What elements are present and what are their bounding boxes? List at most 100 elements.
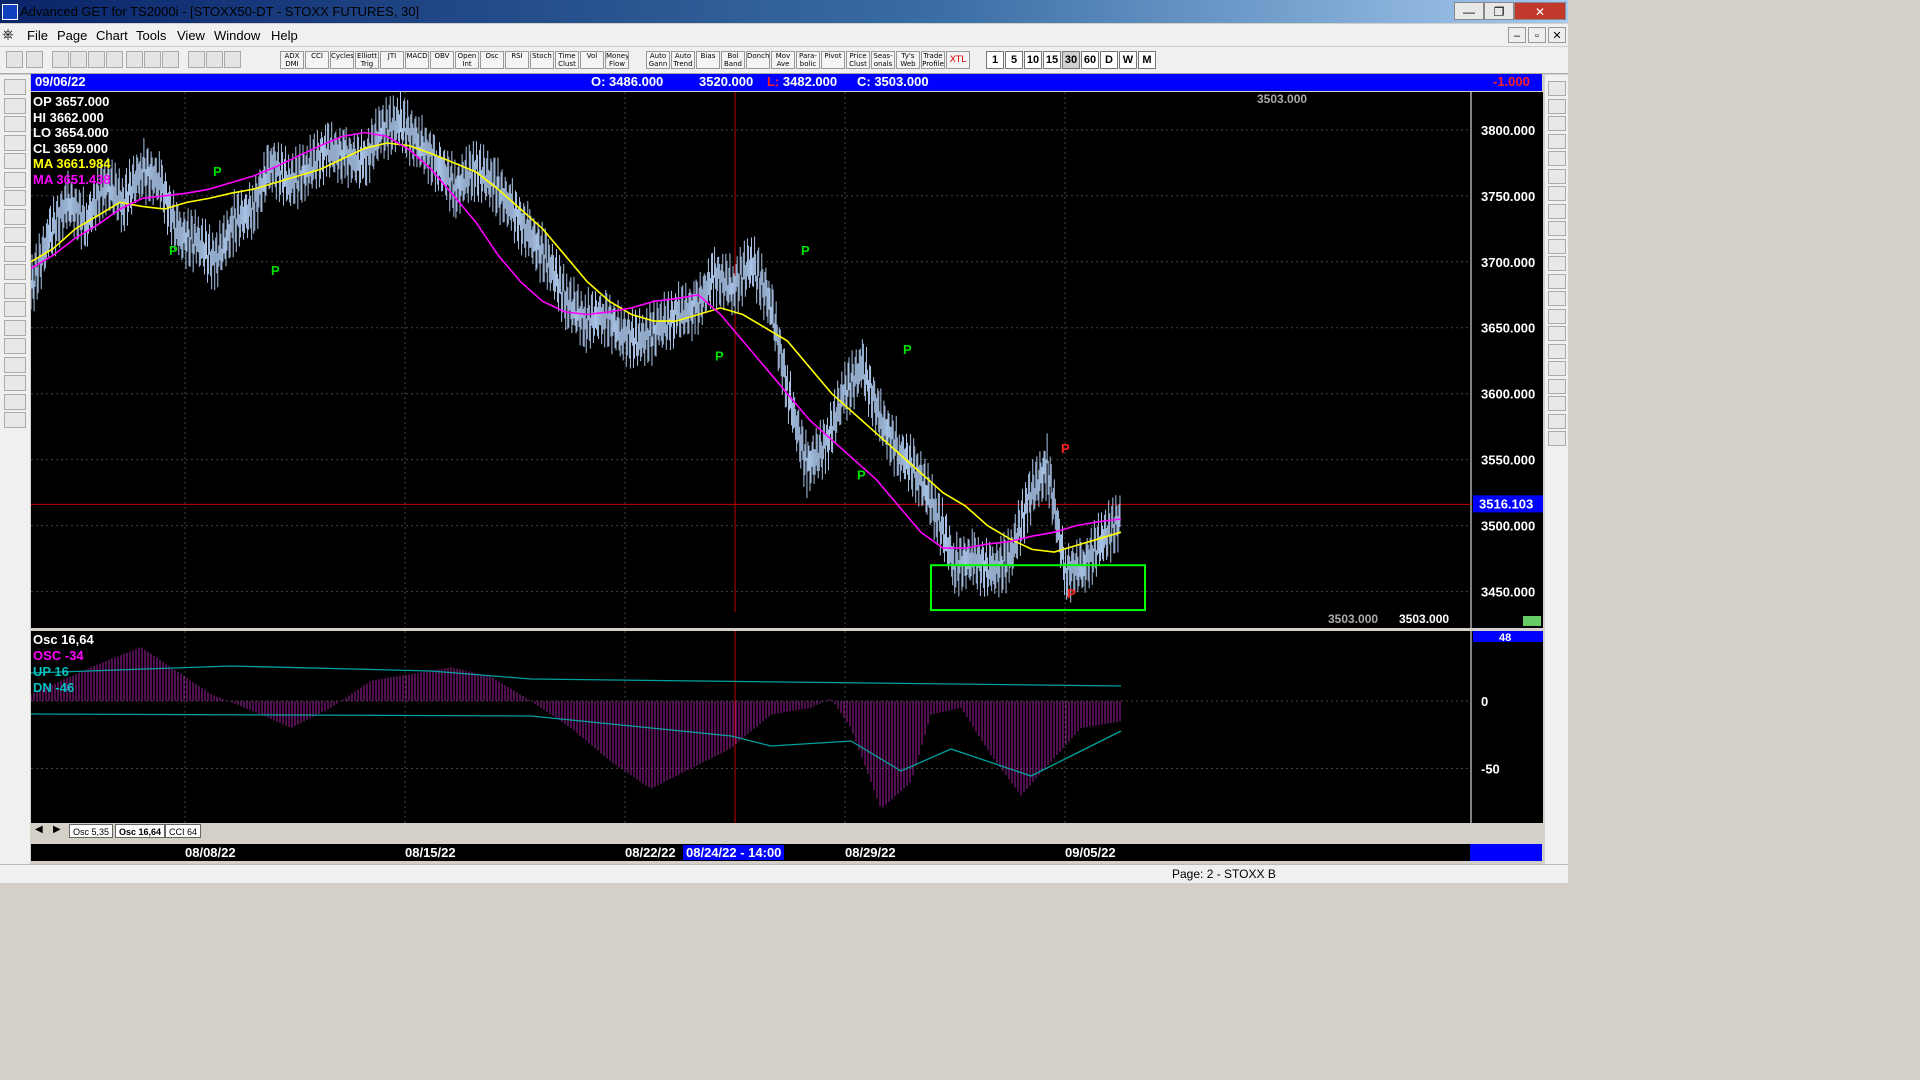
study-tool-3[interactable] xyxy=(1548,133,1566,149)
study-tool-18[interactable] xyxy=(1548,396,1566,411)
mdi-restore-button[interactable]: ▫ xyxy=(1528,27,1546,43)
study-button-9[interactable]: Seas-onals xyxy=(871,51,895,69)
study-tool-12[interactable] xyxy=(1548,291,1566,306)
timeframe-button-W[interactable]: W xyxy=(1119,51,1137,69)
drawing-tool-0[interactable] xyxy=(4,79,26,95)
indicator-button-13[interactable]: Money Flow xyxy=(605,51,629,69)
drawing-tool-6[interactable] xyxy=(4,190,26,206)
study-button-8[interactable]: Price Clust xyxy=(846,51,870,69)
quote-icon[interactable] xyxy=(26,51,43,68)
study-tool-17[interactable] xyxy=(1548,378,1566,394)
indicator-button-7[interactable]: Open Int xyxy=(455,51,479,69)
maximize-button[interactable]: ❐ xyxy=(1484,2,1514,20)
close-button[interactable]: ✕ xyxy=(1514,2,1566,20)
indicator-button-3[interactable]: Elliott Trig xyxy=(355,51,379,69)
study-tool-19[interactable] xyxy=(1548,413,1566,429)
drawing-tool-17[interactable] xyxy=(4,393,26,410)
drawing-tool-14[interactable] xyxy=(4,338,26,354)
drawing-tool-11[interactable] xyxy=(4,282,26,299)
drawing-tool-7[interactable] xyxy=(4,208,26,225)
oscillator-panel[interactable]: 0 -50 48 Osc 16,64 OSC -34 UP 16 DN -46 xyxy=(31,631,1543,823)
study-tool-1[interactable] xyxy=(1548,98,1566,114)
study-tool-4[interactable] xyxy=(1548,151,1566,166)
indicator-button-2[interactable]: Cycles xyxy=(330,51,354,69)
timeframe-button-M[interactable]: M xyxy=(1138,51,1156,69)
study-button-7[interactable]: Pivot xyxy=(821,51,845,69)
study-button-2[interactable]: Bias xyxy=(696,51,720,69)
study-button-4[interactable]: Donch xyxy=(746,51,770,69)
drawing-tool-1[interactable] xyxy=(4,97,26,114)
menu-help[interactable]: Help xyxy=(271,28,298,43)
tab-osc-5-35[interactable]: Osc 5,35 xyxy=(69,824,114,838)
timeframe-button-D[interactable]: D xyxy=(1100,51,1118,69)
menu-chart[interactable]: Chart xyxy=(96,28,128,43)
timeframe-button-1[interactable]: 1 xyxy=(986,51,1004,69)
indicator-button-5[interactable]: MACD xyxy=(405,51,429,69)
copy-icon[interactable] xyxy=(70,51,87,68)
drawing-tool-4[interactable] xyxy=(4,153,26,169)
drawing-tool-2[interactable] xyxy=(4,116,26,132)
indicator-button-1[interactable]: CCI xyxy=(305,51,329,69)
drawing-tool-8[interactable] xyxy=(4,227,26,243)
layout-icon[interactable] xyxy=(162,51,179,68)
study-button-1[interactable]: Auto Trend xyxy=(671,51,695,69)
study-tool-10[interactable] xyxy=(1548,256,1566,271)
study-tool-7[interactable] xyxy=(1548,203,1566,219)
study-tool-15[interactable] xyxy=(1548,343,1566,359)
timeframe-button-10[interactable]: 10 xyxy=(1024,51,1042,69)
study-tool-14[interactable] xyxy=(1548,326,1566,341)
minimize-button[interactable]: — xyxy=(1454,2,1484,20)
timeframe-button-60[interactable]: 60 xyxy=(1081,51,1099,69)
oscillator-chart[interactable]: 0 -50 48 xyxy=(31,631,1543,823)
drawing-tool-13[interactable] xyxy=(4,319,26,336)
study-tool-11[interactable] xyxy=(1548,273,1566,289)
study-button-5[interactable]: Mov Ave xyxy=(771,51,795,69)
tab-cci-64[interactable]: CCI 64 xyxy=(165,824,202,838)
menu-file[interactable]: File xyxy=(27,28,48,43)
indicator-button-8[interactable]: Osc xyxy=(480,51,504,69)
indicator-button-0[interactable]: ADX DMI xyxy=(280,51,304,69)
indicator-button-12[interactable]: Vol xyxy=(580,51,604,69)
menu-page[interactable]: Page xyxy=(57,28,87,43)
study-tool-6[interactable] xyxy=(1548,186,1566,201)
drawing-tool-15[interactable] xyxy=(4,356,26,373)
menu-window[interactable]: Window xyxy=(214,28,260,43)
study-tool-0[interactable] xyxy=(1548,81,1566,96)
indicator-button-9[interactable]: RSI xyxy=(505,51,529,69)
chart-icon[interactable] xyxy=(126,51,143,68)
drawing-tool-10[interactable] xyxy=(4,264,26,280)
tab-osc-16-64[interactable]: Osc 16,64 xyxy=(115,824,166,838)
price-chart-panel[interactable]: 3800.000 3750.000 3700.000 3650.000 3600.000… xyxy=(31,92,1543,628)
drawing-tool-18[interactable] xyxy=(4,412,26,428)
study-tool-5[interactable] xyxy=(1548,168,1566,184)
help-icon[interactable] xyxy=(206,51,223,68)
timeframe-button-15[interactable]: 15 xyxy=(1043,51,1061,69)
study-button-6[interactable]: Para-bolic xyxy=(796,51,820,69)
drawing-tool-9[interactable] xyxy=(4,245,26,262)
tab-prev-icon[interactable]: ◀ xyxy=(35,824,43,835)
menu-tools[interactable]: Tools xyxy=(136,28,166,43)
open-icon[interactable] xyxy=(88,51,105,68)
study-button-11[interactable]: Trade Profile xyxy=(921,51,945,69)
cursor-icon[interactable] xyxy=(6,51,23,68)
price-chart[interactable]: 3800.000 3750.000 3700.000 3650.000 3600.000… xyxy=(31,92,1543,628)
context-help-icon[interactable] xyxy=(224,51,241,68)
drawing-tool-12[interactable] xyxy=(4,301,26,317)
indicator-button-6[interactable]: OBV xyxy=(430,51,454,69)
study-tool-13[interactable] xyxy=(1548,308,1566,324)
mdi-minimize-button[interactable]: – xyxy=(1508,27,1526,43)
study-tool-16[interactable] xyxy=(1548,361,1566,376)
drawing-tool-3[interactable] xyxy=(4,134,26,151)
app-menu-icon[interactable]: ⎈ xyxy=(2,26,14,43)
indicator-button-10[interactable]: Stoch xyxy=(530,51,554,69)
timeframe-button-30[interactable]: 30 xyxy=(1062,51,1080,69)
study-button-0[interactable]: Auto Gann xyxy=(646,51,670,69)
drawing-tool-16[interactable] xyxy=(4,375,26,391)
refresh-icon[interactable] xyxy=(106,51,123,68)
study-button-3[interactable]: Bol Band xyxy=(721,51,745,69)
mdi-close-button[interactable]: ✕ xyxy=(1548,27,1566,43)
indicator-button-11[interactable]: Time Clust xyxy=(555,51,579,69)
new-page-icon[interactable] xyxy=(52,51,69,68)
drawing-tool-5[interactable] xyxy=(4,171,26,188)
grid-icon[interactable] xyxy=(144,51,161,68)
